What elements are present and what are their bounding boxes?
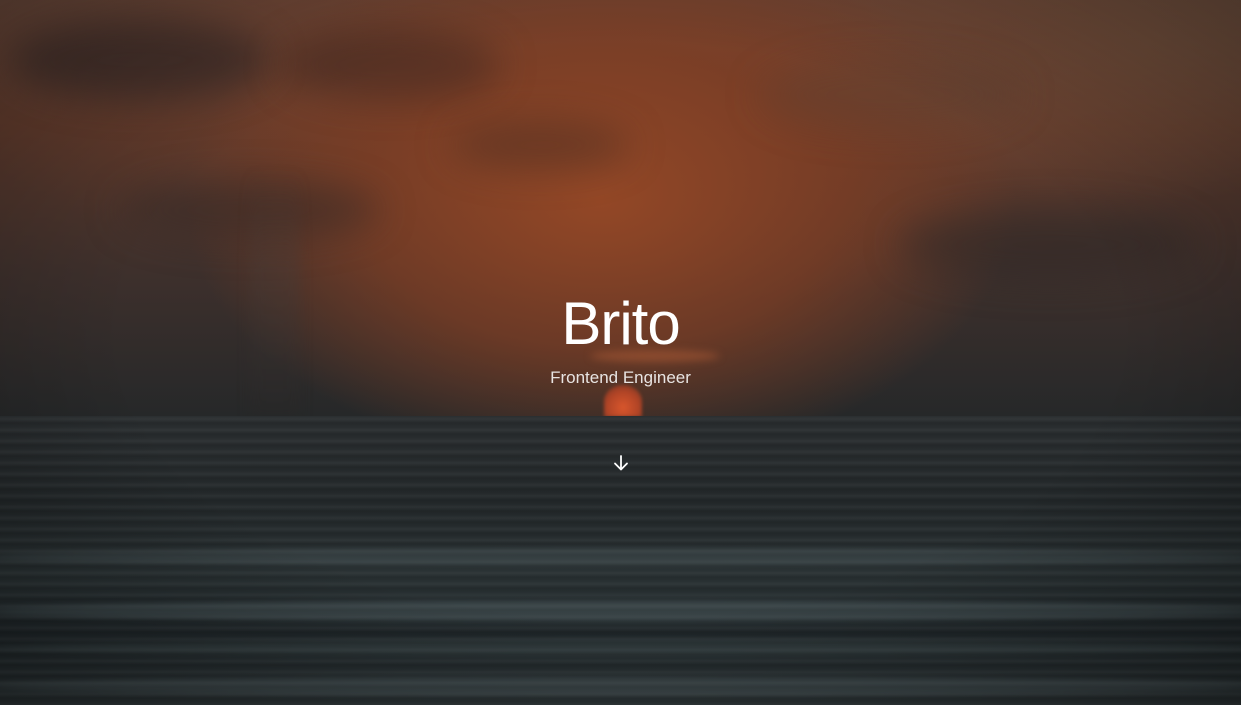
hero-subtitle: Frontend Engineer <box>550 368 691 387</box>
arrow-down-icon <box>614 455 628 471</box>
hero-title: Brito <box>561 290 680 357</box>
hero-section: Brito Frontend Engineer <box>0 0 1241 705</box>
scroll-down-button[interactable] <box>608 450 634 476</box>
hero-content: Brito Frontend Engineer <box>0 0 1241 705</box>
